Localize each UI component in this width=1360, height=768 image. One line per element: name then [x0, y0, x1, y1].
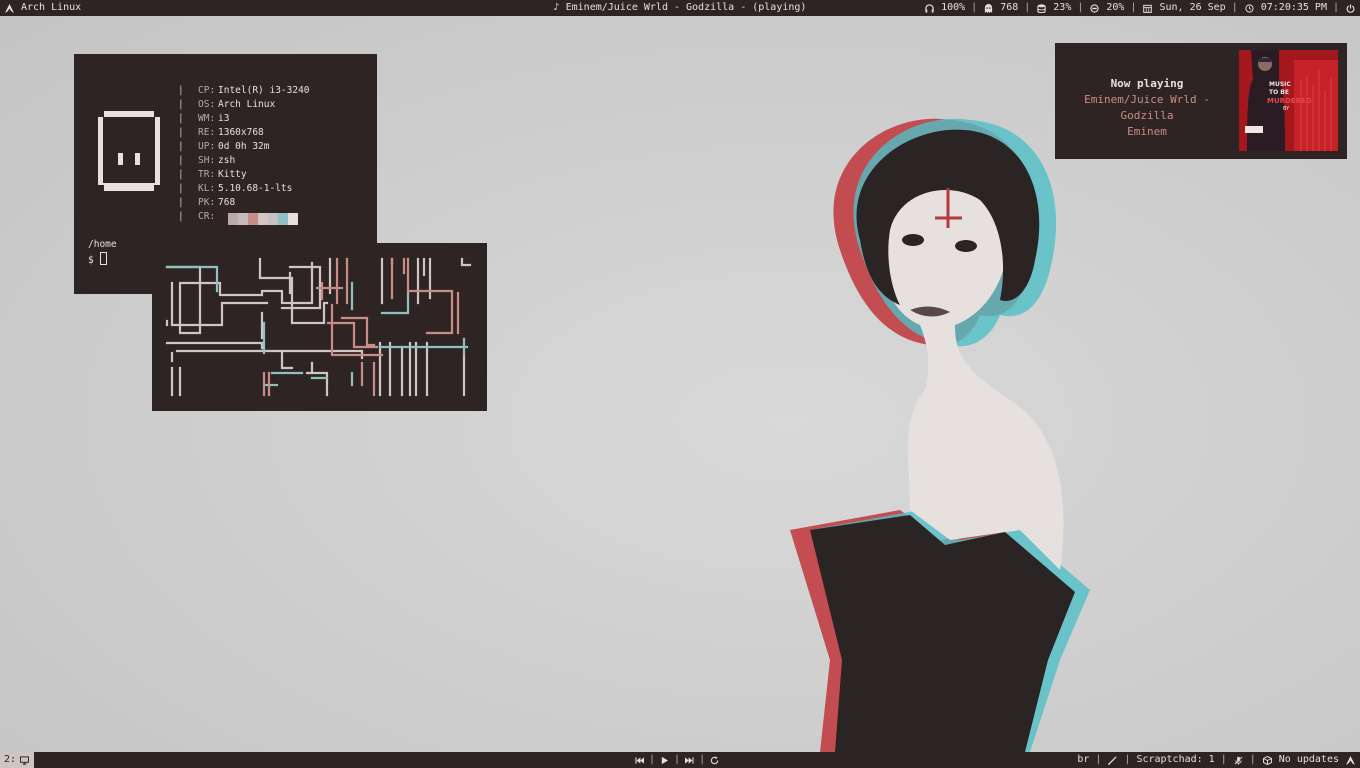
separator: | — [1130, 2, 1137, 13]
album-cover-image: MUSIC TO BE MURDERED BY — [1239, 50, 1338, 151]
disk-value: 23% — [1053, 2, 1072, 13]
bottom-bar: 2: | | | br | | Scraptchad: 1 | | No upd… — [0, 752, 1360, 768]
power-icon[interactable] — [1345, 0, 1356, 16]
separator: | — [1231, 2, 1238, 13]
headphones-icon — [924, 0, 935, 16]
workspace-label: 2: — [4, 754, 17, 765]
pipes-animation — [165, 257, 472, 397]
info-row-colors: | CR: — [178, 210, 310, 225]
color-swatch — [278, 213, 288, 225]
info-row-kernel: | KL: 5.10.68-1-lts — [178, 183, 293, 194]
clock-icon — [1244, 0, 1255, 16]
separator: | — [699, 754, 706, 765]
info-row-packages: | PK: 768 — [178, 197, 236, 208]
svg-text:BY: BY — [1283, 106, 1290, 112]
shell-prompt[interactable]: /home $ — [88, 238, 117, 268]
music-note-icon: ♪ — [553, 2, 560, 13]
keyboard-layout[interactable]: br — [1077, 752, 1089, 768]
svg-text:MURDERED: MURDERED — [1267, 97, 1312, 105]
separator: | — [1024, 2, 1031, 13]
separator: | — [1124, 754, 1131, 765]
distro-label: Arch Linux — [21, 2, 82, 13]
ghost-icon — [983, 0, 994, 16]
now-playing-widget[interactable]: Now playing Eminem/Juice Wrld - Godzilla… — [1055, 43, 1347, 159]
info-row-terminal: | TR: Kitty — [178, 169, 247, 180]
info-row-uptime: | UP: 0d 0h 32m — [178, 141, 270, 152]
now-playing-artist: Eminem — [1127, 125, 1167, 138]
package-icon — [1262, 752, 1273, 768]
time-value: 07:20:35 PM — [1260, 2, 1327, 13]
microphone-muted-icon[interactable] — [1233, 752, 1244, 768]
volume-value[interactable]: 100% — [941, 0, 965, 16]
svg-text:MUSIC: MUSIC — [1269, 81, 1291, 88]
color-swatch — [258, 213, 268, 225]
color-swatch — [228, 213, 238, 225]
cpu-icon — [1089, 0, 1100, 16]
separator: | — [1220, 754, 1227, 765]
pipes-terminal-window[interactable] — [152, 243, 487, 411]
info-row-cpu: | CP: Intel(R) i3-3240 — [178, 85, 310, 96]
color-palette-swatches — [228, 213, 298, 225]
wallpaper-figure — [790, 118, 1090, 752]
color-swatch — [268, 213, 278, 225]
packages-value: 768 — [1000, 2, 1019, 13]
terminal-face-logo-icon — [98, 111, 160, 191]
svg-text:TO BE: TO BE — [1269, 89, 1289, 96]
current-directory: /home — [88, 239, 117, 250]
play-icon[interactable] — [659, 752, 670, 768]
updates-status[interactable]: No updates — [1279, 752, 1339, 768]
info-row-resolution: | RE: 1360x768 — [178, 127, 264, 138]
separator: | — [1077, 2, 1084, 13]
info-row-os: | OS: Arch Linux — [178, 99, 276, 110]
pipe-group-light — [165, 257, 472, 397]
system-info-list: | CP: Intel(R) i3-3240 | OS: Arch Linux … — [178, 84, 310, 225]
color-swatch — [238, 213, 248, 225]
separator: | — [1095, 754, 1102, 765]
monitor-icon — [19, 752, 30, 768]
workspace-indicator[interactable]: 2: — [0, 752, 35, 768]
info-row-wm: | WM: i3 — [178, 113, 230, 124]
now-playing-title: Now playing — [1110, 77, 1184, 90]
arch-logo-icon[interactable] — [4, 0, 15, 16]
color-swatch — [288, 213, 298, 225]
previous-track-icon[interactable] — [634, 752, 645, 768]
color-swatch — [248, 213, 258, 225]
now-playing-track: Eminem/Juice Wrld - Godzilla — [1084, 93, 1210, 122]
repeat-icon[interactable] — [709, 752, 720, 768]
next-track-icon[interactable] — [684, 752, 695, 768]
calendar-icon — [1142, 0, 1153, 16]
date-value: Sun, 26 Sep — [1159, 2, 1226, 13]
arch-logo-icon[interactable] — [1345, 752, 1356, 768]
separator: | — [649, 754, 656, 765]
separator: | — [1249, 754, 1256, 765]
prompt-symbol: $ — [88, 255, 94, 266]
cpu-value: 20% — [1106, 2, 1125, 13]
separator: | — [1332, 2, 1339, 13]
info-row-shell: | SH: zsh — [178, 155, 236, 166]
text-cursor — [99, 252, 107, 265]
brush-icon[interactable] — [1107, 752, 1118, 768]
separator: | — [674, 754, 681, 765]
separator: | — [971, 2, 978, 13]
top-bar: Arch Linux ♪ Eminem/Juice Wrld - Godzill… — [0, 0, 1360, 16]
media-status[interactable]: Eminem/Juice Wrld - Godzilla - (playing) — [566, 2, 807, 13]
scratchpad-status[interactable]: Scraptchad: 1 — [1136, 752, 1214, 768]
disk-icon — [1036, 0, 1047, 16]
album-cover-art: MUSIC TO BE MURDERED BY — [1239, 50, 1338, 151]
